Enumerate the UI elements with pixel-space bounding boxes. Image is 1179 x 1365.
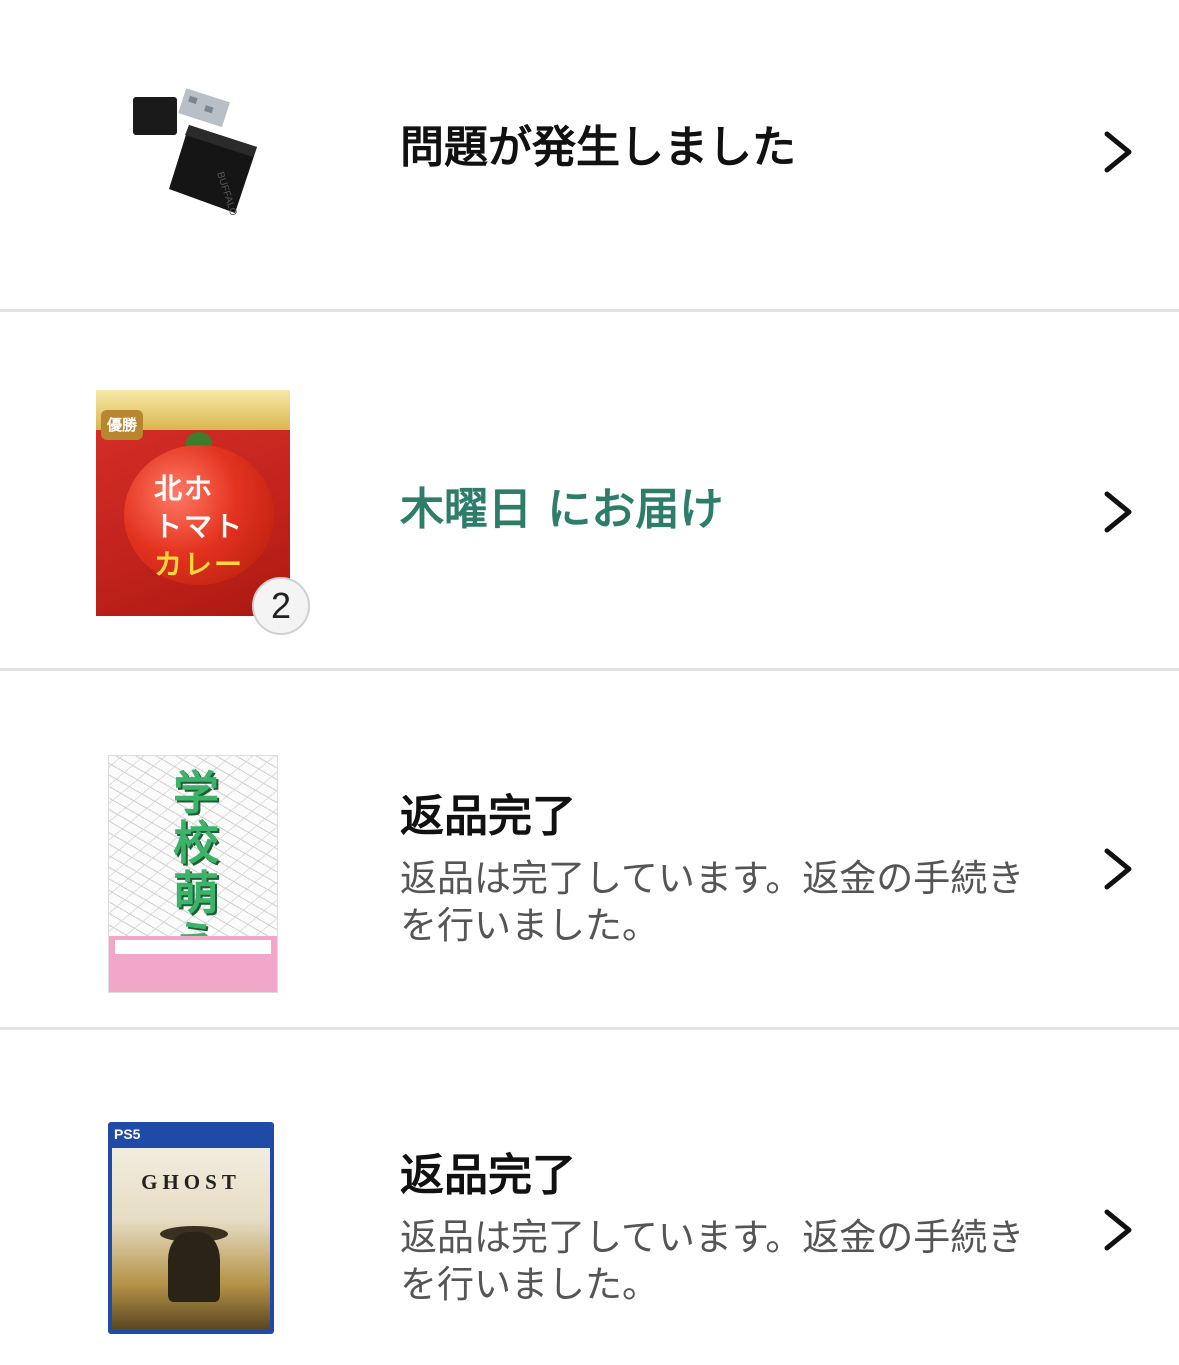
chevron-right-icon[interactable] bbox=[1101, 847, 1135, 891]
chevron-right-icon[interactable] bbox=[1101, 130, 1135, 174]
return-status-title: 返品完了 bbox=[400, 791, 576, 842]
order-list: BUFFALO 問題が発生しました 優勝 北ホ トマト カレー 2 木曜日 にお… bbox=[0, 0, 1179, 1365]
return-status-title: 返品完了 bbox=[400, 1150, 576, 1201]
chevron-right-icon[interactable] bbox=[1101, 490, 1135, 534]
quantity-badge: 2 bbox=[252, 577, 310, 635]
order-row-return-game[interactable]: PS5 GHOST 返品完了 返品は完了しています。返金の手続きを行いました。 bbox=[0, 1030, 1179, 1365]
game-cover-art: GHOST bbox=[112, 1148, 270, 1330]
game-title-art: GHOST bbox=[141, 1170, 241, 1194]
return-status-detail: 返品は完了しています。返金の手続きを行いました。 bbox=[400, 1216, 1025, 1306]
book-caption-bar bbox=[115, 940, 271, 954]
award-badge: 優勝 bbox=[101, 410, 143, 440]
curry-brand-line3: カレー bbox=[154, 548, 245, 581]
curry-brand-line1: 北ホ bbox=[154, 472, 215, 505]
order-row-delivery[interactable]: 優勝 北ホ トマト カレー 2 木曜日 にお届け bbox=[0, 312, 1179, 668]
order-row-problem[interactable]: BUFFALO 問題が発生しました bbox=[0, 0, 1179, 309]
return-status-detail: 返品は完了しています。返金の手続きを行いました。 bbox=[400, 857, 1025, 947]
book-cover-thumbnail: 学校萌え bbox=[108, 755, 278, 993]
order-status-title: 問題が発生しました bbox=[400, 122, 796, 173]
delivery-date-title: 木曜日 にお届け bbox=[400, 484, 724, 535]
curry-brand-line2: トマト bbox=[154, 510, 245, 543]
samurai-figure bbox=[168, 1232, 220, 1302]
ps5-game-thumbnail: PS5 GHOST bbox=[108, 1122, 274, 1334]
ps5-logo: PS5 bbox=[114, 1126, 141, 1142]
chevron-right-icon[interactable] bbox=[1101, 1208, 1135, 1252]
usb-drive-thumbnail: BUFFALO bbox=[133, 88, 257, 217]
order-row-return-book[interactable]: 学校萌え 返品完了 返品は完了しています。返金の手続きを行いました。 bbox=[0, 671, 1179, 1027]
